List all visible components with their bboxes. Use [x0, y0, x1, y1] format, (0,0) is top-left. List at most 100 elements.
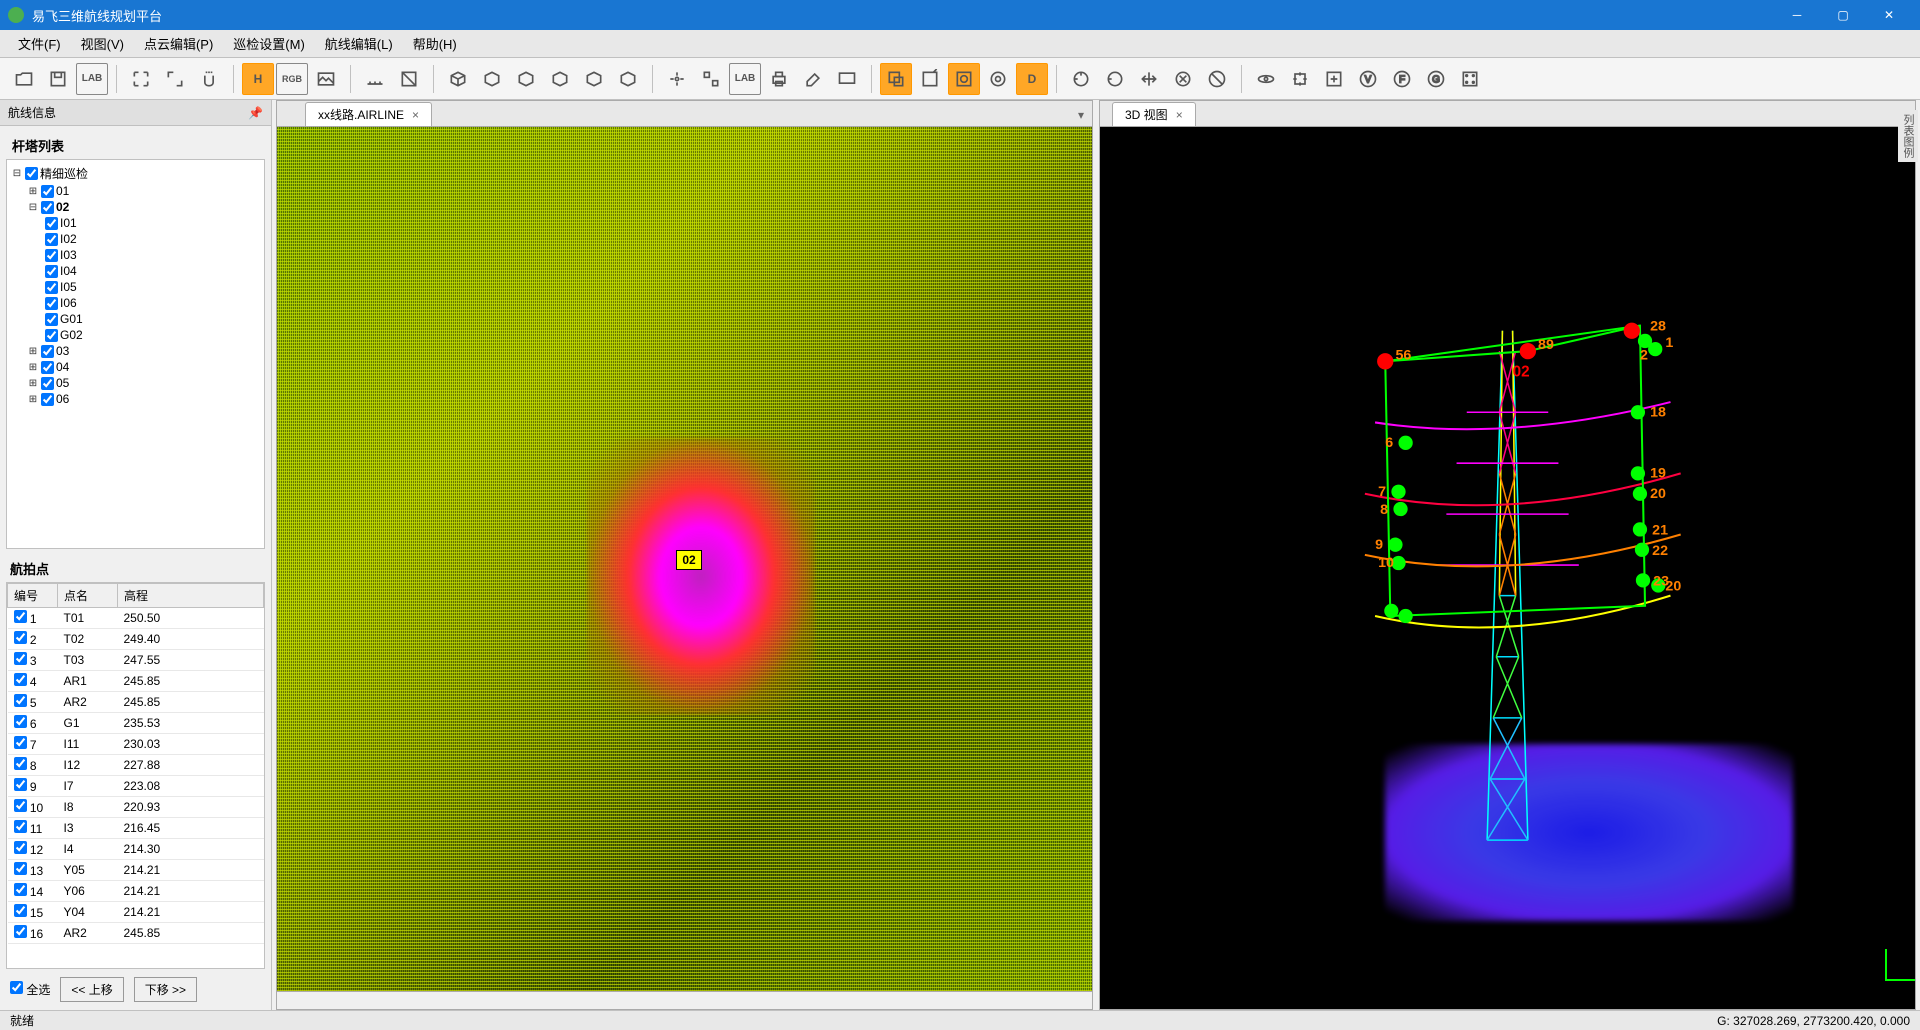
- expand-icon[interactable]: [159, 63, 191, 95]
- tree-checkbox[interactable]: [41, 393, 54, 406]
- tree-toggle-icon[interactable]: ⊞: [27, 346, 39, 357]
- point-tool-icon[interactable]: [661, 63, 693, 95]
- tree-checkbox[interactable]: [45, 217, 58, 230]
- tree-checkbox[interactable]: [41, 377, 54, 390]
- table-row[interactable]: 4 AR1 245.85: [8, 671, 264, 692]
- table-row[interactable]: 10 I8 220.93: [8, 797, 264, 818]
- wp-checkbox[interactable]: [14, 715, 27, 728]
- tree-sub-node[interactable]: I06: [11, 295, 260, 311]
- height-color-icon[interactable]: H: [242, 63, 274, 95]
- wp-checkbox[interactable]: [14, 862, 27, 875]
- table-row[interactable]: 2 T02 249.40: [8, 629, 264, 650]
- table-row[interactable]: 5 AR2 245.85: [8, 692, 264, 713]
- wp-checkbox[interactable]: [14, 820, 27, 833]
- tree-sub-label[interactable]: I05: [60, 280, 77, 294]
- tree-sub-label[interactable]: I02: [60, 232, 77, 246]
- tree-checkbox[interactable]: [25, 167, 38, 180]
- waypoints-table-wrap[interactable]: 编号 点名 高程 1 T01 250.50 2 T02 249.40 3 T03…: [6, 582, 265, 969]
- table-row[interactable]: 16 AR2 245.85: [8, 923, 264, 944]
- screen-icon[interactable]: [831, 63, 863, 95]
- add-point-icon[interactable]: [1318, 63, 1350, 95]
- tree-tower-node[interactable]: ⊞ 03: [11, 343, 260, 359]
- tree-checkbox[interactable]: [45, 329, 58, 342]
- wp-col-name[interactable]: 点名: [58, 584, 118, 608]
- wp-col-elev[interactable]: 高程: [118, 584, 264, 608]
- tree-root-label[interactable]: 精细巡检: [40, 165, 88, 182]
- rgb-color-icon[interactable]: RGB: [276, 63, 308, 95]
- pan-icon[interactable]: [193, 63, 225, 95]
- tree-tower-node[interactable]: ⊞ 05: [11, 375, 260, 391]
- wp-checkbox[interactable]: [14, 757, 27, 770]
- wp-col-idx[interactable]: 编号: [8, 584, 58, 608]
- image-icon[interactable]: [310, 63, 342, 95]
- table-row[interactable]: 11 I3 216.45: [8, 818, 264, 839]
- tree-tower-node[interactable]: ⊞ 01: [11, 183, 260, 199]
- select-rect-icon[interactable]: [880, 63, 912, 95]
- nav-home-icon[interactable]: [1065, 63, 1097, 95]
- move-icon[interactable]: [1133, 63, 1165, 95]
- wp-checkbox[interactable]: [14, 925, 27, 938]
- tree-sub-label[interactable]: I01: [60, 216, 77, 230]
- table-row[interactable]: 3 T03 247.55: [8, 650, 264, 671]
- tab-airline[interactable]: xx线路.AIRLINE ×: [305, 102, 432, 126]
- tree-sub-node[interactable]: G02: [11, 327, 260, 343]
- menu-pointcloud[interactable]: 点云编辑(P): [134, 30, 223, 57]
- deselect-icon[interactable]: [914, 63, 946, 95]
- tree-toggle-icon[interactable]: ⊞: [27, 378, 39, 389]
- view-right-icon[interactable]: [544, 63, 576, 95]
- tree-checkbox[interactable]: [41, 361, 54, 374]
- move-down-button[interactable]: 下移 >>: [134, 977, 197, 1002]
- close-icon[interactable]: ×: [412, 108, 419, 122]
- measure-distance-icon[interactable]: [359, 63, 391, 95]
- tree-tower-label[interactable]: 04: [56, 360, 69, 374]
- tree-sub-label[interactable]: I04: [60, 264, 77, 278]
- legend-vertical-label[interactable]: 列表图例: [1898, 110, 1918, 162]
- tree-tower-node[interactable]: ⊞ 04: [11, 359, 260, 375]
- f-mode-icon[interactable]: F: [1386, 63, 1418, 95]
- tree-tower-label[interactable]: 01: [56, 184, 69, 198]
- tree-sub-node[interactable]: I04: [11, 263, 260, 279]
- tree-tower-label[interactable]: 02: [56, 200, 69, 214]
- tree-sub-label[interactable]: I03: [60, 248, 77, 262]
- measure-area-icon[interactable]: [393, 63, 425, 95]
- menu-view[interactable]: 视图(V): [71, 30, 134, 57]
- wp-checkbox[interactable]: [14, 904, 27, 917]
- target-icon[interactable]: [982, 63, 1014, 95]
- g-mode-icon[interactable]: G: [1420, 63, 1452, 95]
- tree-tower-node[interactable]: ⊞ 06: [11, 391, 260, 407]
- menu-help[interactable]: 帮助(H): [403, 30, 467, 57]
- table-row[interactable]: 13 Y05 214.21: [8, 860, 264, 881]
- view-top-icon[interactable]: [578, 63, 610, 95]
- tree-toggle-icon[interactable]: ⊟: [11, 168, 23, 179]
- canvas-2d[interactable]: 02: [277, 127, 1092, 991]
- tree-checkbox[interactable]: [41, 201, 54, 214]
- table-row[interactable]: 6 G1 235.53: [8, 713, 264, 734]
- table-row[interactable]: 9 I7 223.08: [8, 776, 264, 797]
- open-icon[interactable]: [8, 63, 40, 95]
- wp-checkbox[interactable]: [14, 883, 27, 896]
- wp-checkbox[interactable]: [14, 736, 27, 749]
- wp-checkbox[interactable]: [14, 694, 27, 707]
- cancel-icon[interactable]: [1201, 63, 1233, 95]
- tree-toggle-icon[interactable]: ⊞: [27, 394, 39, 405]
- label-tool-icon[interactable]: LAB: [729, 63, 761, 95]
- table-row[interactable]: 7 I11 230.03: [8, 734, 264, 755]
- tree-tower-node[interactable]: ⊟ 02: [11, 199, 260, 215]
- tower-tree[interactable]: ⊟ 精细巡检 ⊞ 01 ⊟ 02 I01 I02 I03: [6, 159, 265, 549]
- erase-icon[interactable]: [797, 63, 829, 95]
- tree-sub-node[interactable]: I03: [11, 247, 260, 263]
- view-back-icon[interactable]: [476, 63, 508, 95]
- menu-file[interactable]: 文件(F): [8, 30, 71, 57]
- fit-icon[interactable]: [125, 63, 157, 95]
- save-icon[interactable]: [42, 63, 74, 95]
- tree-toggle-icon[interactable]: ⊟: [27, 202, 39, 213]
- tab-3dview[interactable]: 3D 视图 ×: [1112, 102, 1196, 126]
- close-icon[interactable]: ×: [1176, 108, 1183, 122]
- nav-left-icon[interactable]: [1099, 63, 1131, 95]
- wp-checkbox[interactable]: [14, 652, 27, 665]
- scrollbar-horizontal[interactable]: [277, 991, 1092, 1009]
- tree-sub-node[interactable]: I05: [11, 279, 260, 295]
- tree-toggle-icon[interactable]: ⊞: [27, 186, 39, 197]
- orbit-icon[interactable]: [1250, 63, 1282, 95]
- wp-checkbox[interactable]: [14, 631, 27, 644]
